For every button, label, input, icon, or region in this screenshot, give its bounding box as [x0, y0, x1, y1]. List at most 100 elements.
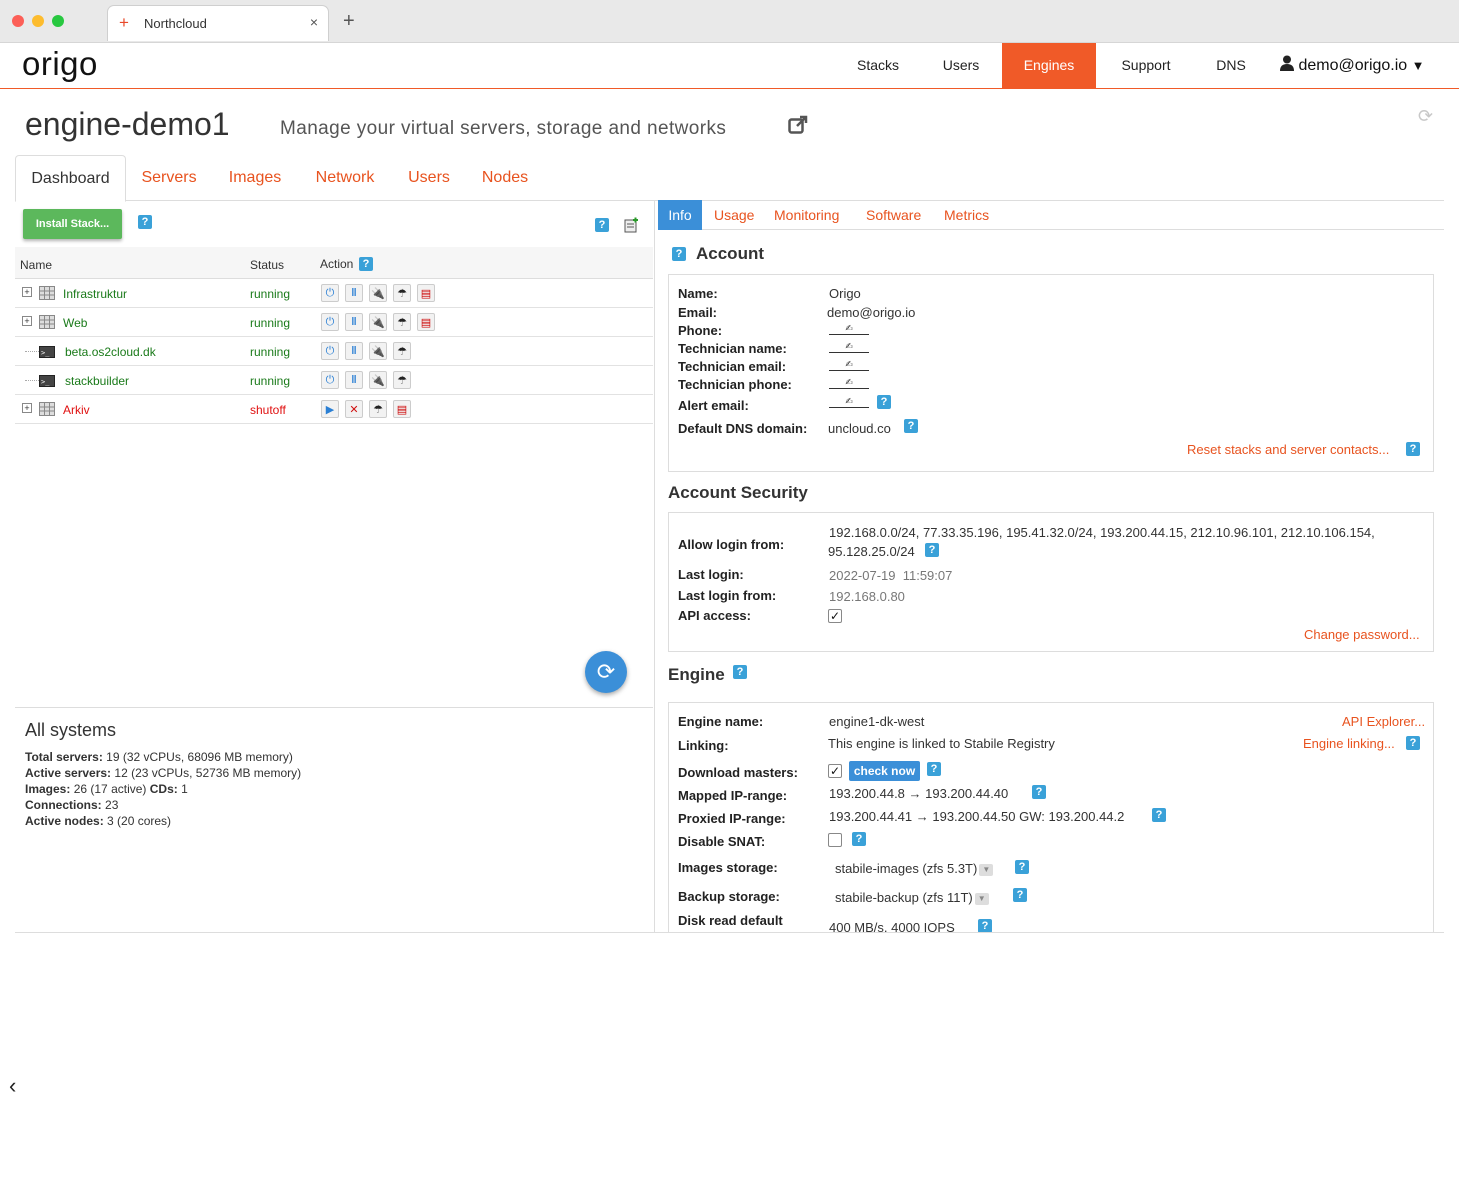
play-icon[interactable]: ▶ — [321, 400, 339, 418]
umbrella-icon[interactable]: ☂ — [393, 342, 411, 360]
power-icon[interactable]: ⏻ — [321, 342, 339, 360]
pause-icon[interactable]: ‖ — [345, 313, 363, 331]
power-icon[interactable]: ⏻ — [321, 371, 339, 389]
subtab-info[interactable]: Info — [658, 200, 702, 230]
table-row[interactable]: + Infrastruktur running ⏻ ‖ 🔌 ☂ ▤ — [15, 279, 653, 308]
stack-name[interactable]: Infrastruktur — [63, 287, 127, 301]
check-now-button[interactable]: check now — [849, 761, 920, 781]
umbrella-icon[interactable]: ☂ — [369, 400, 387, 418]
help-icon[interactable]: ? — [1015, 860, 1029, 874]
proxied-range-value[interactable]: 193.200.44.41 → 193.200.44.50 GW: 193.20… — [829, 809, 1124, 824]
api-explorer-link[interactable]: API Explorer... — [1342, 714, 1425, 729]
reset-contacts-link[interactable]: Reset stacks and server contacts... — [1187, 442, 1389, 457]
mapped-range-value[interactable]: 193.200.44.8 → 193.200.44.40 — [829, 786, 1008, 801]
plug-icon[interactable]: 🔌 — [369, 313, 387, 331]
refresh-button[interactable]: ⟳ — [585, 651, 627, 693]
table-row[interactable]: >_ beta.os2cloud.dk running ⏻ ‖ 🔌 ☂ — [15, 337, 653, 366]
name-value[interactable]: Origo — [829, 286, 861, 301]
delete-server-icon[interactable]: ▤ — [417, 313, 435, 331]
table-row[interactable]: + Web running ⏻ ‖ 🔌 ☂ ▤ — [15, 308, 653, 337]
edit-alert-email-icon[interactable]: ✍ — [829, 396, 869, 408]
nav-users[interactable]: Users — [924, 43, 998, 88]
allow-login-value[interactable]: 192.168.0.0/24, 77.33.35.196, 195.41.32.… — [829, 525, 1375, 540]
pause-icon[interactable]: ‖ — [345, 342, 363, 360]
delete-server-icon[interactable]: ▤ — [393, 400, 411, 418]
help-icon[interactable]: ? — [1013, 888, 1027, 902]
maximize-window-icon[interactable] — [52, 15, 64, 27]
allow-login-value-2[interactable]: 95.128.25.0/24 — [828, 544, 915, 559]
delete-server-icon[interactable]: ▤ — [417, 284, 435, 302]
help-icon[interactable]: ? — [1152, 808, 1166, 822]
column-action[interactable]: Action — [320, 257, 353, 271]
nav-dns[interactable]: DNS — [1200, 43, 1262, 88]
dns-value[interactable]: uncloud.co — [828, 421, 891, 436]
engine-name-value[interactable]: engine1-dk-west — [829, 714, 924, 729]
expand-icon[interactable]: + — [22, 316, 32, 326]
user-menu[interactable]: demo@origo.io ▼ — [1280, 43, 1425, 88]
power-icon[interactable]: ⏻ — [321, 313, 339, 331]
expand-icon[interactable]: + — [22, 287, 32, 297]
help-icon[interactable]: ? — [138, 215, 152, 229]
subtab-monitoring[interactable]: Monitoring — [774, 200, 839, 230]
edit-tech-name-icon[interactable]: ✍ — [829, 341, 869, 353]
images-storage-select[interactable]: stabile-images (zfs 5.3T) ▼ — [835, 861, 994, 876]
help-icon[interactable]: ? — [595, 218, 609, 232]
tab-servers[interactable]: Servers — [136, 155, 202, 201]
new-server-icon[interactable] — [623, 216, 639, 238]
nav-engines[interactable]: Engines — [1002, 43, 1096, 88]
external-link-icon[interactable] — [788, 115, 808, 140]
destroy-icon[interactable]: ✕ — [345, 400, 363, 418]
download-masters-checkbox[interactable]: ✓ — [828, 764, 842, 778]
nav-support[interactable]: Support — [1104, 43, 1188, 88]
help-icon[interactable]: ? — [852, 832, 866, 846]
origo-logo[interactable]: origo — [22, 45, 98, 83]
pause-icon[interactable]: ‖ — [345, 284, 363, 302]
help-icon[interactable]: ? — [1406, 442, 1420, 456]
plug-icon[interactable]: 🔌 — [369, 284, 387, 302]
pane-splitter[interactable] — [654, 200, 655, 932]
engine-linking-link[interactable]: Engine linking... — [1303, 736, 1395, 751]
column-name[interactable]: Name — [20, 258, 52, 272]
edit-phone-icon[interactable]: ✍ — [829, 323, 869, 335]
subtab-software[interactable]: Software — [866, 200, 921, 230]
expand-icon[interactable]: + — [22, 403, 32, 413]
api-access-checkbox[interactable]: ✓ — [828, 609, 842, 623]
help-icon[interactable]: ? — [877, 395, 891, 409]
tab-images[interactable]: Images — [223, 155, 287, 201]
help-icon[interactable]: ? — [978, 919, 992, 932]
minimize-window-icon[interactable] — [32, 15, 44, 27]
plug-icon[interactable]: 🔌 — [369, 342, 387, 360]
subtab-metrics[interactable]: Metrics — [944, 200, 989, 230]
disk-read-value[interactable]: 400 MB/s, 4000 IOPS — [829, 920, 955, 932]
new-tab-icon[interactable]: + — [343, 10, 355, 33]
tab-nodes[interactable]: Nodes — [477, 155, 533, 201]
help-icon[interactable]: ? — [733, 665, 747, 679]
column-status[interactable]: Status — [250, 258, 284, 272]
help-icon[interactable]: ? — [1032, 785, 1046, 799]
umbrella-icon[interactable]: ☂ — [393, 313, 411, 331]
tab-dashboard[interactable]: Dashboard — [15, 155, 126, 202]
install-stack-button[interactable]: Install Stack... — [23, 209, 122, 239]
umbrella-icon[interactable]: ☂ — [393, 371, 411, 389]
browser-tab[interactable]: + Northcloud × — [107, 5, 329, 41]
subtab-usage[interactable]: Usage — [714, 200, 754, 230]
close-window-icon[interactable] — [12, 15, 24, 27]
disable-snat-checkbox[interactable] — [828, 833, 842, 847]
tab-users[interactable]: Users — [403, 155, 455, 201]
tab-network[interactable]: Network — [309, 155, 381, 201]
backup-storage-select[interactable]: stabile-backup (zfs 11T) ▼ — [835, 890, 989, 905]
server-name[interactable]: beta.os2cloud.dk — [65, 345, 156, 359]
umbrella-icon[interactable]: ☂ — [393, 284, 411, 302]
help-icon[interactable]: ? — [927, 762, 941, 776]
help-icon[interactable]: ? — [359, 257, 373, 271]
edit-tech-phone-icon[interactable]: ✍ — [829, 377, 869, 389]
email-value[interactable]: demo@origo.io — [827, 305, 915, 320]
refresh-icon[interactable]: ⟳ — [1418, 106, 1433, 127]
change-password-link[interactable]: Change password... — [1304, 627, 1420, 642]
power-icon[interactable]: ⏻ — [321, 284, 339, 302]
tab-close-icon[interactable]: × — [310, 14, 318, 30]
plug-icon[interactable]: 🔌 — [369, 371, 387, 389]
table-row[interactable]: >_ stackbuilder running ⏻ ‖ 🔌 ☂ — [15, 366, 653, 395]
pause-icon[interactable]: ‖ — [345, 371, 363, 389]
stack-name[interactable]: Arkiv — [63, 403, 90, 417]
